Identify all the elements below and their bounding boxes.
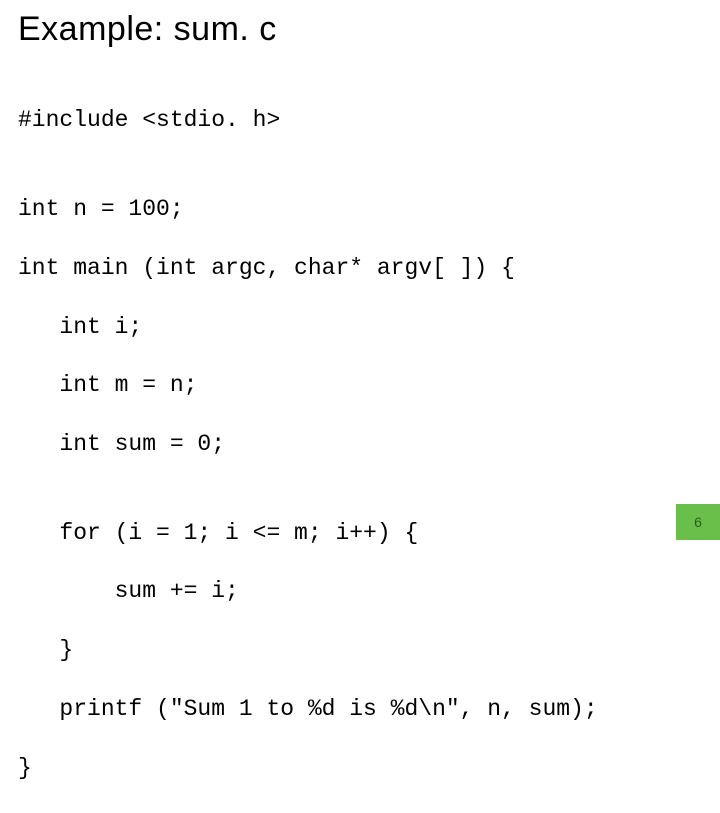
code-line: int sum = 0; <box>18 430 702 459</box>
code-line: } <box>18 636 702 665</box>
code-line: int n = 100; <box>18 195 702 224</box>
code-line: #include <stdio. h> <box>18 106 702 135</box>
code-line: printf ("Sum 1 to %d is %d\n", n, sum); <box>18 695 702 724</box>
page-number: 6 <box>694 514 702 530</box>
slide-title: Example: sum. c <box>0 0 720 55</box>
code-line: int m = n; <box>18 371 702 400</box>
code-line: int i; <box>18 313 702 342</box>
code-line: } <box>18 754 702 783</box>
code-block: #include <stdio. h> int n = 100; int mai… <box>0 55 720 813</box>
code-line: sum += i; <box>18 577 702 606</box>
page-number-box: 6 <box>676 504 720 540</box>
code-line: for (i = 1; i <= m; i++) { <box>18 519 702 548</box>
code-line: int main (int argc, char* argv[ ]) { <box>18 254 702 283</box>
